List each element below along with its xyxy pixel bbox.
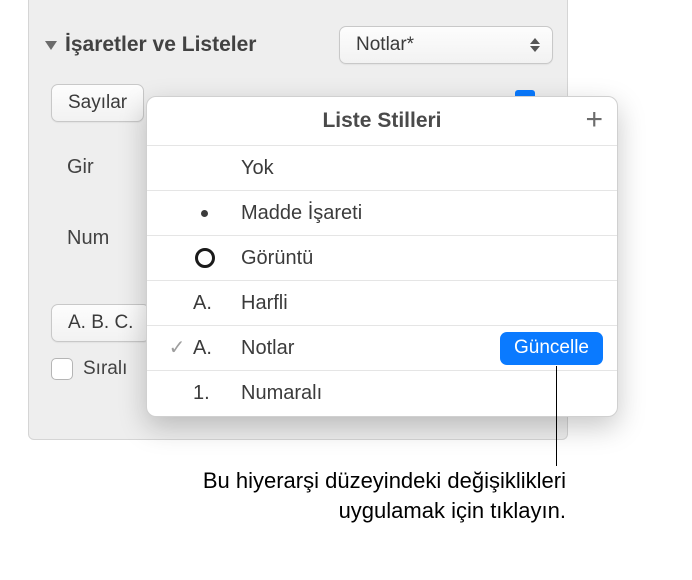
style-label: Harfli (241, 292, 603, 315)
ordered-checkbox[interactable] (51, 358, 73, 380)
style-list: Yok Madde İşareti Görüntü A. Harfli ✓ A.… (147, 145, 617, 416)
image-bullet-icon (193, 248, 241, 268)
numbers-button-label: Sayılar (68, 92, 127, 114)
updown-arrows-icon (530, 38, 540, 52)
section-header: İşaretler ve Listeler Notlar* (29, 0, 567, 64)
disclosure-triangle[interactable] (45, 41, 57, 50)
style-label: Yok (241, 157, 603, 180)
checkmark-icon: ✓ (169, 338, 186, 358)
callout-text: Bu hiyerarşi düzeyindeki değişiklikleri … (196, 466, 566, 525)
section-title: İşaretler ve Listeler (65, 33, 331, 57)
format-button-label: A. B. C. (68, 312, 133, 334)
list-style-dropdown-label: Notlar* (356, 34, 414, 56)
selection-col: ✓ (161, 338, 193, 358)
update-button-label: Güncelle (514, 337, 589, 358)
list-styles-popover: Liste Stilleri + Yok Madde İşareti Görün… (146, 96, 618, 417)
style-item-numbered[interactable]: 1. Numaralı (147, 371, 617, 416)
style-item-image[interactable]: Görüntü (147, 236, 617, 281)
style-label: Numaralı (241, 382, 603, 405)
ordered-label: Sıralı (83, 358, 127, 380)
update-button[interactable]: Güncelle (500, 332, 603, 365)
bullet-icon (193, 210, 241, 217)
numbered-icon: 1. (193, 382, 241, 405)
notes-icon: A. (193, 337, 241, 360)
popover-arrow (413, 83, 441, 97)
add-style-button[interactable]: + (585, 105, 603, 135)
numbers-button[interactable]: Sayılar (51, 84, 144, 122)
lettered-icon: A. (193, 292, 241, 315)
popover-title: Liste Stilleri (322, 109, 441, 133)
format-button[interactable]: A. B. C. (51, 304, 150, 342)
style-label: Görüntü (241, 247, 603, 270)
style-item-none[interactable]: Yok (147, 146, 617, 191)
style-item-lettered[interactable]: A. Harfli (147, 281, 617, 326)
style-label: Notlar (241, 337, 500, 360)
style-item-bullet[interactable]: Madde İşareti (147, 191, 617, 236)
list-style-dropdown[interactable]: Notlar* (339, 26, 553, 64)
callout-leader-line (556, 366, 557, 466)
style-item-notes[interactable]: ✓ A. Notlar Güncelle (147, 326, 617, 371)
style-label: Madde İşareti (241, 202, 603, 225)
popover-header: Liste Stilleri + (147, 97, 617, 145)
